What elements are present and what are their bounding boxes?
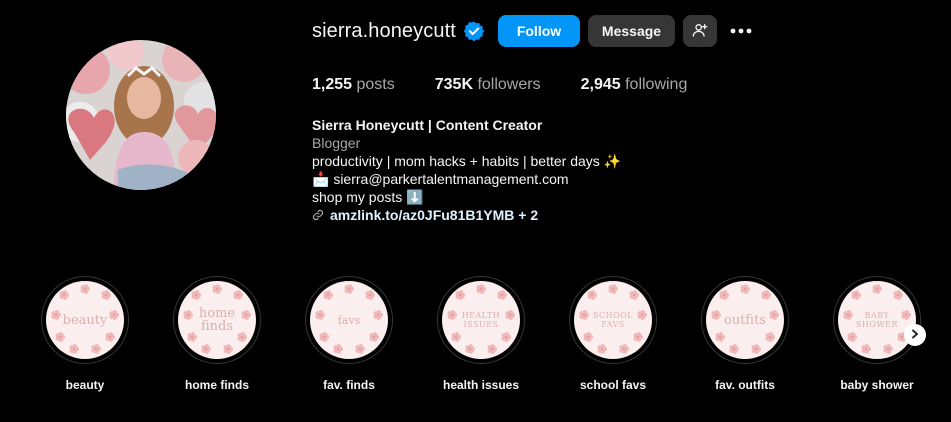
followers-label: followers: [477, 76, 541, 93]
profile-stats: 1,255 posts 735K followers 2,945 followi…: [312, 76, 727, 94]
highlight-ring: HEALTH ISSUES: [437, 276, 525, 364]
message-button[interactable]: Message: [588, 15, 675, 47]
highlight-cover-text: favs: [337, 313, 361, 327]
profile-header: sierra.honeycutt Follow Message: [312, 15, 772, 47]
posts-label: posts: [356, 76, 395, 93]
link-icon: [312, 209, 324, 221]
following-count[interactable]: 2,945 following: [581, 76, 688, 94]
bio-link[interactable]: amzlink.to/az0JFu81B1YMB + 2: [312, 206, 621, 224]
highlight-label: beauty: [65, 378, 105, 392]
highlight-cover-text: home finds: [198, 306, 236, 334]
story-highlights: beauty beauty home finds home finds favs…: [41, 276, 941, 416]
highlight-fav-outfits[interactable]: outfits fav. outfits: [701, 276, 789, 392]
highlight-ring: BABY SHOWER: [833, 276, 921, 364]
profile-bio: Sierra Honeycutt | Content Creator Blogg…: [312, 116, 621, 224]
highlight-ring: beauty: [41, 276, 129, 364]
bio-link-text: amzlink.to/az0JFu81B1YMB + 2: [330, 207, 539, 223]
highlight-label: school favs: [579, 378, 647, 392]
highlight-label: health issues: [442, 378, 520, 392]
followers-value: 735K: [434, 76, 473, 93]
highlight-label: fav. finds: [323, 378, 375, 392]
highlight-cover-text: beauty: [62, 312, 108, 328]
highlight-cover: BABY SHOWER: [838, 281, 916, 359]
profile-avatar[interactable]: [66, 40, 216, 190]
highlight-cover-text: outfits: [724, 312, 766, 328]
bio-tagline: productivity | mom hacks + habits | bett…: [312, 153, 622, 169]
highlight-cover: SCHOOL FAVS: [574, 281, 652, 359]
highlight-cover-text: BABY SHOWER: [855, 311, 899, 329]
following-label: following: [625, 76, 688, 93]
highlight-label: fav. outfits: [715, 378, 775, 392]
highlight-ring: home finds: [173, 276, 261, 364]
highlight-cover: outfits: [706, 281, 784, 359]
chevron-right-icon: [910, 326, 920, 344]
bio-shop: shop my posts ⬇️: [312, 189, 424, 205]
highlight-cover: favs: [310, 281, 388, 359]
highlight-health-issues[interactable]: HEALTH ISSUES health issues: [437, 276, 525, 392]
bio-email: 📩 sierra@parkertalentmanagement.com: [312, 171, 569, 187]
highlight-ring: outfits: [701, 276, 789, 364]
highlight-cover: beauty: [46, 281, 124, 359]
add-user-icon: [692, 22, 708, 41]
highlight-beauty[interactable]: beauty beauty: [41, 276, 129, 392]
more-options-icon[interactable]: [728, 15, 754, 47]
verified-badge-icon: [463, 21, 484, 41]
highlight-fav-finds[interactable]: favs fav. finds: [305, 276, 393, 392]
highlight-label: home finds: [184, 378, 249, 392]
highlight-cover-text: SCHOOL FAVS: [592, 311, 633, 329]
followers-count[interactable]: 735K followers: [435, 76, 541, 94]
bio-name: Sierra Honeycutt | Content Creator: [312, 117, 543, 133]
highlight-cover: home finds: [178, 281, 256, 359]
highlight-label: baby shower: [840, 378, 914, 392]
add-user-button[interactable]: [683, 15, 717, 47]
following-value: 2,945: [580, 76, 621, 93]
posts-value: 1,255: [312, 76, 353, 93]
highlight-cover-text: HEALTH ISSUES: [461, 311, 501, 329]
follow-button[interactable]: Follow: [498, 15, 580, 47]
posts-count: 1,255 posts: [312, 76, 395, 94]
bio-category: Blogger: [312, 135, 361, 151]
highlight-cover: HEALTH ISSUES: [442, 281, 520, 359]
highlight-ring: favs: [305, 276, 393, 364]
username: sierra.honeycutt: [312, 19, 456, 42]
highlights-next-button[interactable]: [904, 324, 926, 346]
highlight-school-favs[interactable]: SCHOOL FAVS school favs: [569, 276, 657, 392]
highlight-ring: SCHOOL FAVS: [569, 276, 657, 364]
highlight-home-finds[interactable]: home finds home finds: [173, 276, 261, 392]
